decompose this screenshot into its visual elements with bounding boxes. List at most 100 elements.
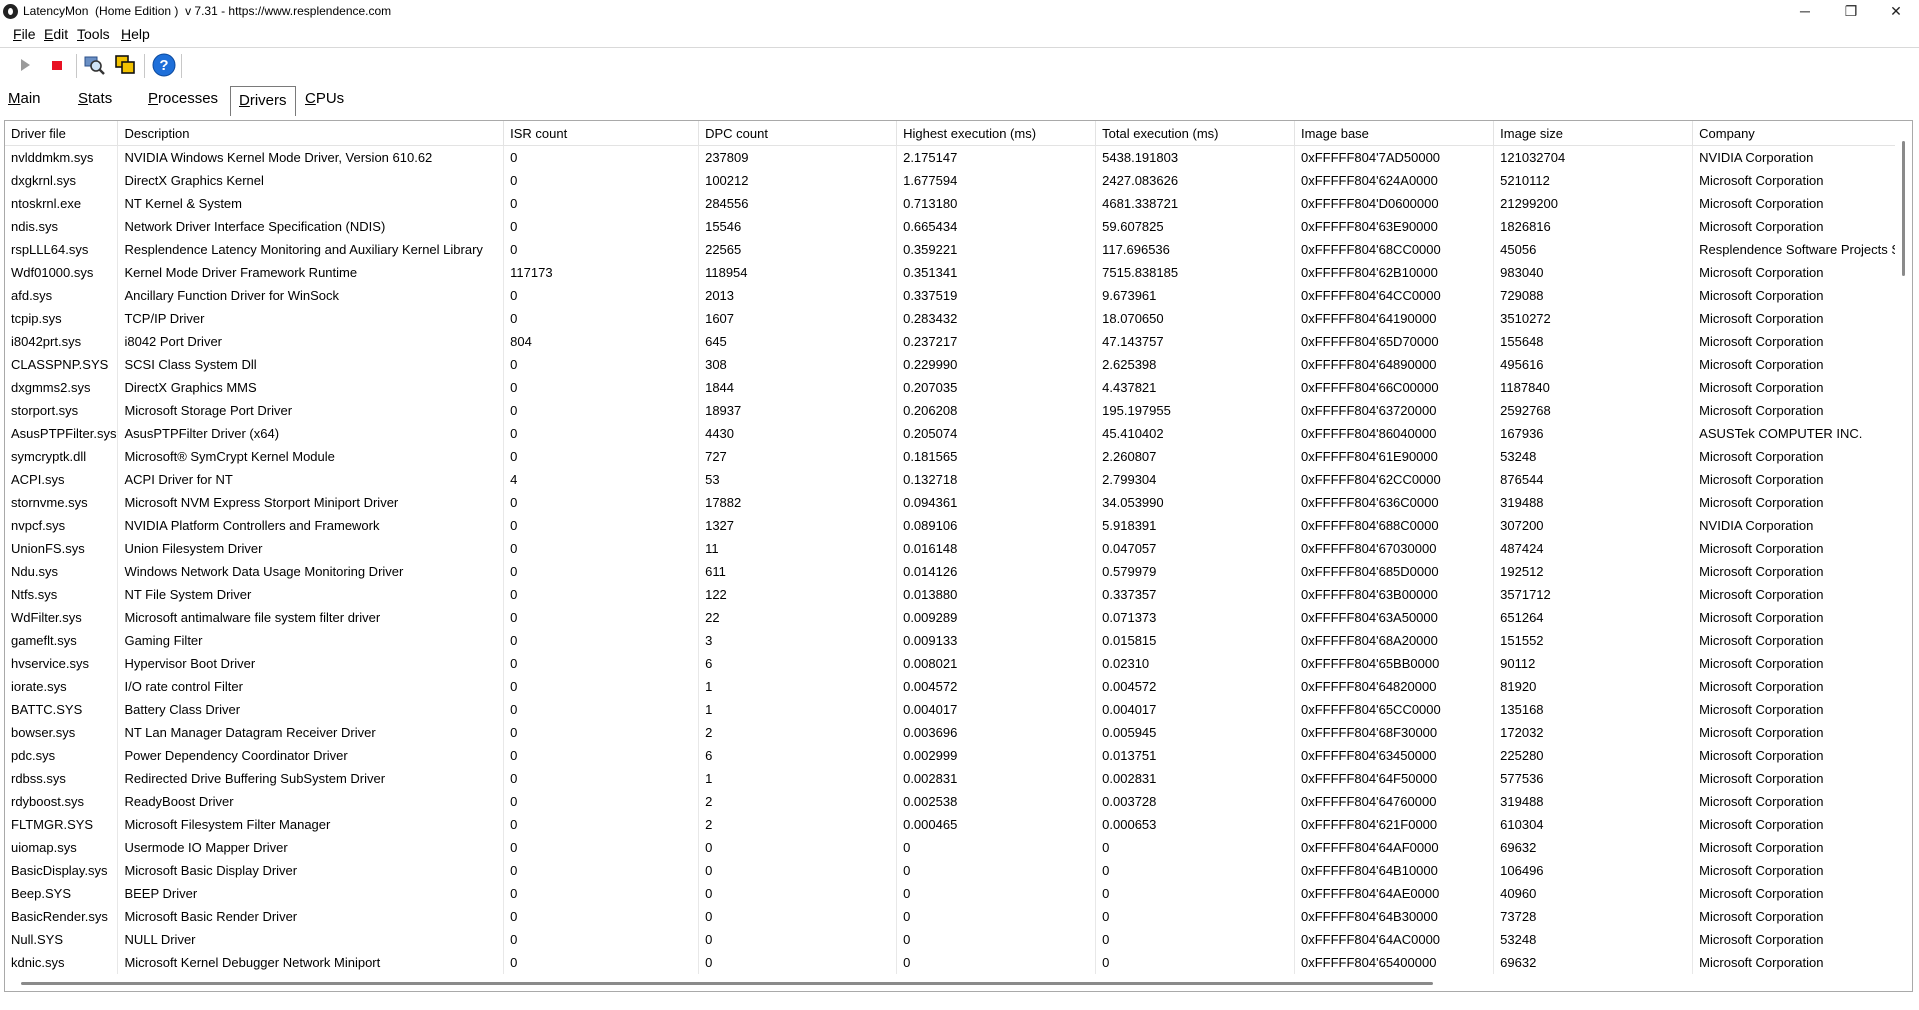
table-row[interactable]: rspLLL64.sys Resplendence Latency Monitor… xyxy=(5,238,1912,261)
cell-image-base: 0xFFFFF804'621F0000 xyxy=(1294,813,1495,836)
table-row[interactable]: FLTMGR.SYS Microsoft Filesystem Filter Ma… xyxy=(5,813,1912,836)
table-row[interactable]: BasicRender.sys Microsoft Basic Render Dr… xyxy=(5,905,1912,928)
table-row[interactable]: Wdf01000.sys Kernel Mode Driver Framework… xyxy=(5,261,1912,284)
drivers-table: Driver file Description ISR count DPC count… xyxy=(5,121,1912,974)
table-row[interactable]: kdnic.sys Microsoft Kernel Debugger Netwo… xyxy=(5,951,1912,974)
table-row[interactable]: gameflt.sys Gaming Filter 0 3 0.009133 0.0158… xyxy=(5,629,1912,652)
cell-driver-file: rspLLL64.sys xyxy=(5,238,119,261)
cell-description: Ancillary Function Driver for WinSock xyxy=(117,284,505,307)
horizontal-scroll-thumb[interactable] xyxy=(21,982,1433,985)
cell-driver-file: nvlddmkm.sys xyxy=(5,145,119,169)
cell-company: Microsoft Corporation xyxy=(1692,744,1912,767)
table-row[interactable]: BATTC.SYS Battery Class Driver 0 1 0.004017 0… xyxy=(5,698,1912,721)
table-row[interactable]: hvservice.sys Hypervisor Boot Driver 0 6 0.0… xyxy=(5,652,1912,675)
cell-total-execution: 0.02310 xyxy=(1095,652,1295,675)
toolbar-divider xyxy=(181,54,182,78)
column-header-description[interactable]: Description xyxy=(117,121,505,146)
table-row[interactable]: afd.sys Ancillary Function Driver for Win… xyxy=(5,284,1912,307)
table-row[interactable]: pdc.sys Power Dependency Coordinator Driv… xyxy=(5,744,1912,767)
tab-stats[interactable]: Stats xyxy=(70,84,120,114)
cell-total-execution: 0.005945 xyxy=(1095,721,1295,744)
table-row[interactable]: Beep.SYS BEEP Driver 0 0 0 0 0xFFFFF804'64AE00… xyxy=(5,882,1912,905)
column-header-image-size[interactable]: Image size xyxy=(1493,121,1694,146)
cell-image-size: 192512 xyxy=(1493,560,1694,583)
menu-file[interactable]: File xyxy=(13,26,36,42)
table-row[interactable]: dxgkrnl.sys DirectX Graphics Kernel 0 10021… xyxy=(5,169,1912,192)
table-row[interactable]: Ntfs.sys NT File System Driver 0 122 0.01388… xyxy=(5,583,1912,606)
cell-driver-file: Wdf01000.sys xyxy=(5,261,119,284)
table-row[interactable]: symcryptk.dll Microsoft® SymCrypt Kernel … xyxy=(5,445,1912,468)
column-header-driver-file[interactable]: Driver file xyxy=(5,121,119,146)
cell-total-execution: 2.260807 xyxy=(1095,445,1295,468)
table-row[interactable]: nvlddmkm.sys NVIDIA Windows Kernel Mode D… xyxy=(5,145,1912,169)
column-header-image-base[interactable]: Image base xyxy=(1294,121,1495,146)
table-row[interactable]: rdyboost.sys ReadyBoost Driver 0 2 0.002538 0… xyxy=(5,790,1912,813)
table-row[interactable]: UnionFS.sys Union Filesystem Driver 0 11 0.0… xyxy=(5,537,1912,560)
column-header-isr-count[interactable]: ISR count xyxy=(503,121,700,146)
minimize-button[interactable]: ─ xyxy=(1782,0,1828,24)
table-row[interactable]: BasicDisplay.sys Microsoft Basic Display … xyxy=(5,859,1912,882)
table-row[interactable]: iorate.sys I/O rate control Filter 0 1 0.004… xyxy=(5,675,1912,698)
cell-description: Gaming Filter xyxy=(117,629,505,652)
cell-description: Microsoft Kernel Debugger Network Minipo… xyxy=(117,951,505,974)
cell-image-size: 610304 xyxy=(1493,813,1694,836)
column-header-company[interactable]: Company xyxy=(1692,121,1912,146)
column-header-total-execution[interactable]: Total execution (ms) xyxy=(1095,121,1295,146)
horizontal-scrollbar[interactable] xyxy=(5,974,1895,991)
table-row[interactable]: storport.sys Microsoft Storage Port Drive… xyxy=(5,399,1912,422)
copy-windows-button[interactable] xyxy=(112,52,138,78)
table-row[interactable]: bowser.sys NT Lan Manager Datagram Receiv… xyxy=(5,721,1912,744)
table-row[interactable]: AsusPTPFilter.sys AsusPTPFilter Driver (x… xyxy=(5,422,1912,445)
cell-description: I/O rate control Filter xyxy=(117,675,505,698)
close-button[interactable]: ✕ xyxy=(1873,0,1919,24)
table-row[interactable]: nvpcf.sys NVIDIA Platform Controllers and… xyxy=(5,514,1912,537)
table-row[interactable]: i8042prt.sys i8042 Port Driver 804 645 0.237… xyxy=(5,330,1912,353)
column-header-dpc-count[interactable]: DPC count xyxy=(698,121,898,146)
cell-isr-count: 0 xyxy=(503,721,700,744)
menu-tools[interactable]: Tools xyxy=(77,26,110,42)
column-header-highest-execution[interactable]: Highest execution (ms) xyxy=(896,121,1097,146)
stop-button[interactable] xyxy=(44,52,70,78)
table-row[interactable]: rdbss.sys Redirected Drive Buffering SubS… xyxy=(5,767,1912,790)
table-row[interactable]: Null.SYS NULL Driver 0 0 0 0 0xFFFFF804'64AC00… xyxy=(5,928,1912,951)
tab-cpus[interactable]: CPUs xyxy=(297,84,352,114)
cell-total-execution: 0 xyxy=(1095,882,1295,905)
tab-processes[interactable]: Processes xyxy=(140,84,226,114)
tab-drivers[interactable]: Drivers xyxy=(230,86,296,116)
table-row[interactable]: CLASSPNP.SYS SCSI Class System Dll 0 308 0.2… xyxy=(5,353,1912,376)
menu-help[interactable]: Help xyxy=(121,26,150,42)
vertical-scrollbar[interactable] xyxy=(1895,121,1912,976)
cell-isr-count: 0 xyxy=(503,905,700,928)
cell-driver-file: CLASSPNP.SYS xyxy=(5,353,119,376)
cell-highest-execution: 0.359221 xyxy=(896,238,1097,261)
table-row[interactable]: ndis.sys Network Driver Interface Specifi… xyxy=(5,215,1912,238)
cell-highest-execution: 0.008021 xyxy=(896,652,1097,675)
tab-main[interactable]: Main xyxy=(0,84,49,114)
cell-dpc-count: 1607 xyxy=(698,307,898,330)
cell-image-size: 1187840 xyxy=(1493,376,1694,399)
table-row[interactable]: stornvme.sys Microsoft NVM Express Storpo… xyxy=(5,491,1912,514)
cell-driver-file: kdnic.sys xyxy=(5,951,119,974)
cell-image-base: 0xFFFFF804'64190000 xyxy=(1294,307,1495,330)
driver-search-button[interactable] xyxy=(81,52,107,78)
table-row[interactable]: ACPI.sys ACPI Driver for NT 4 53 0.132718 2.7… xyxy=(5,468,1912,491)
help-button[interactable]: ? xyxy=(151,52,177,78)
drivers-list[interactable]: Driver file Description ISR count DPC count… xyxy=(4,120,1913,992)
vertical-scroll-thumb[interactable] xyxy=(1902,141,1905,276)
cell-total-execution: 195.197955 xyxy=(1095,399,1295,422)
cell-company: Microsoft Corporation xyxy=(1692,882,1912,905)
cell-dpc-count: 0 xyxy=(698,928,898,951)
maximize-button[interactable]: ❐ xyxy=(1828,0,1874,24)
table-row[interactable]: Ndu.sys Windows Network Data Usage Monito… xyxy=(5,560,1912,583)
start-button[interactable] xyxy=(12,52,38,78)
table-row[interactable]: dxgmms2.sys DirectX Graphics MMS 0 1844 0.20… xyxy=(5,376,1912,399)
cell-company: Microsoft Corporation xyxy=(1692,813,1912,836)
cell-description: Microsoft Basic Render Driver xyxy=(117,905,505,928)
table-row[interactable]: tcpip.sys TCP/IP Driver 0 1607 0.283432 18.07… xyxy=(5,307,1912,330)
table-row[interactable]: ntoskrnl.exe NT Kernel & System 0 284556 0.7… xyxy=(5,192,1912,215)
table-row[interactable]: uiomap.sys Usermode IO Mapper Driver 0 0 0 0 0… xyxy=(5,836,1912,859)
menu-edit[interactable]: Edit xyxy=(44,26,68,42)
table-row[interactable]: WdFilter.sys Microsoft antimalware file s… xyxy=(5,606,1912,629)
cell-driver-file: i8042prt.sys xyxy=(5,330,119,353)
cell-isr-count: 0 xyxy=(503,675,700,698)
